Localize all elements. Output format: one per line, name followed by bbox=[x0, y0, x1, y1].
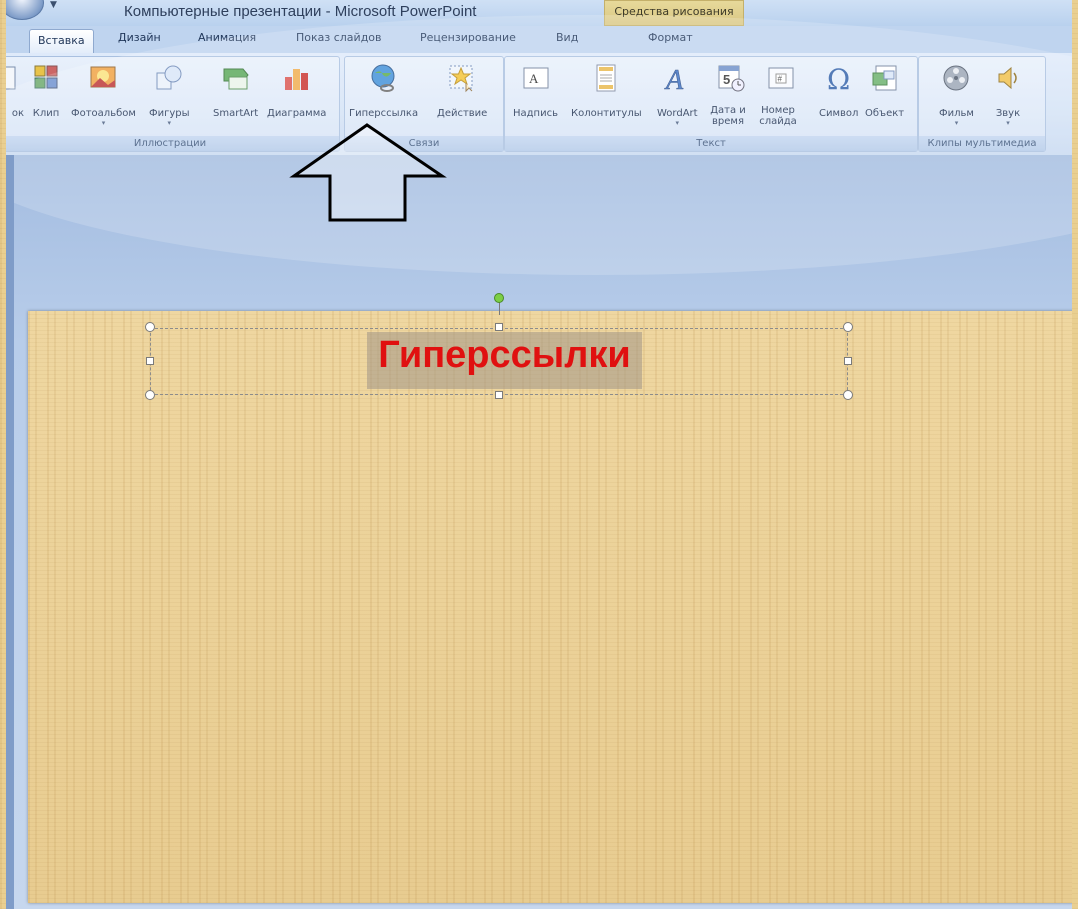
callout-arrow-icon bbox=[289, 123, 447, 222]
